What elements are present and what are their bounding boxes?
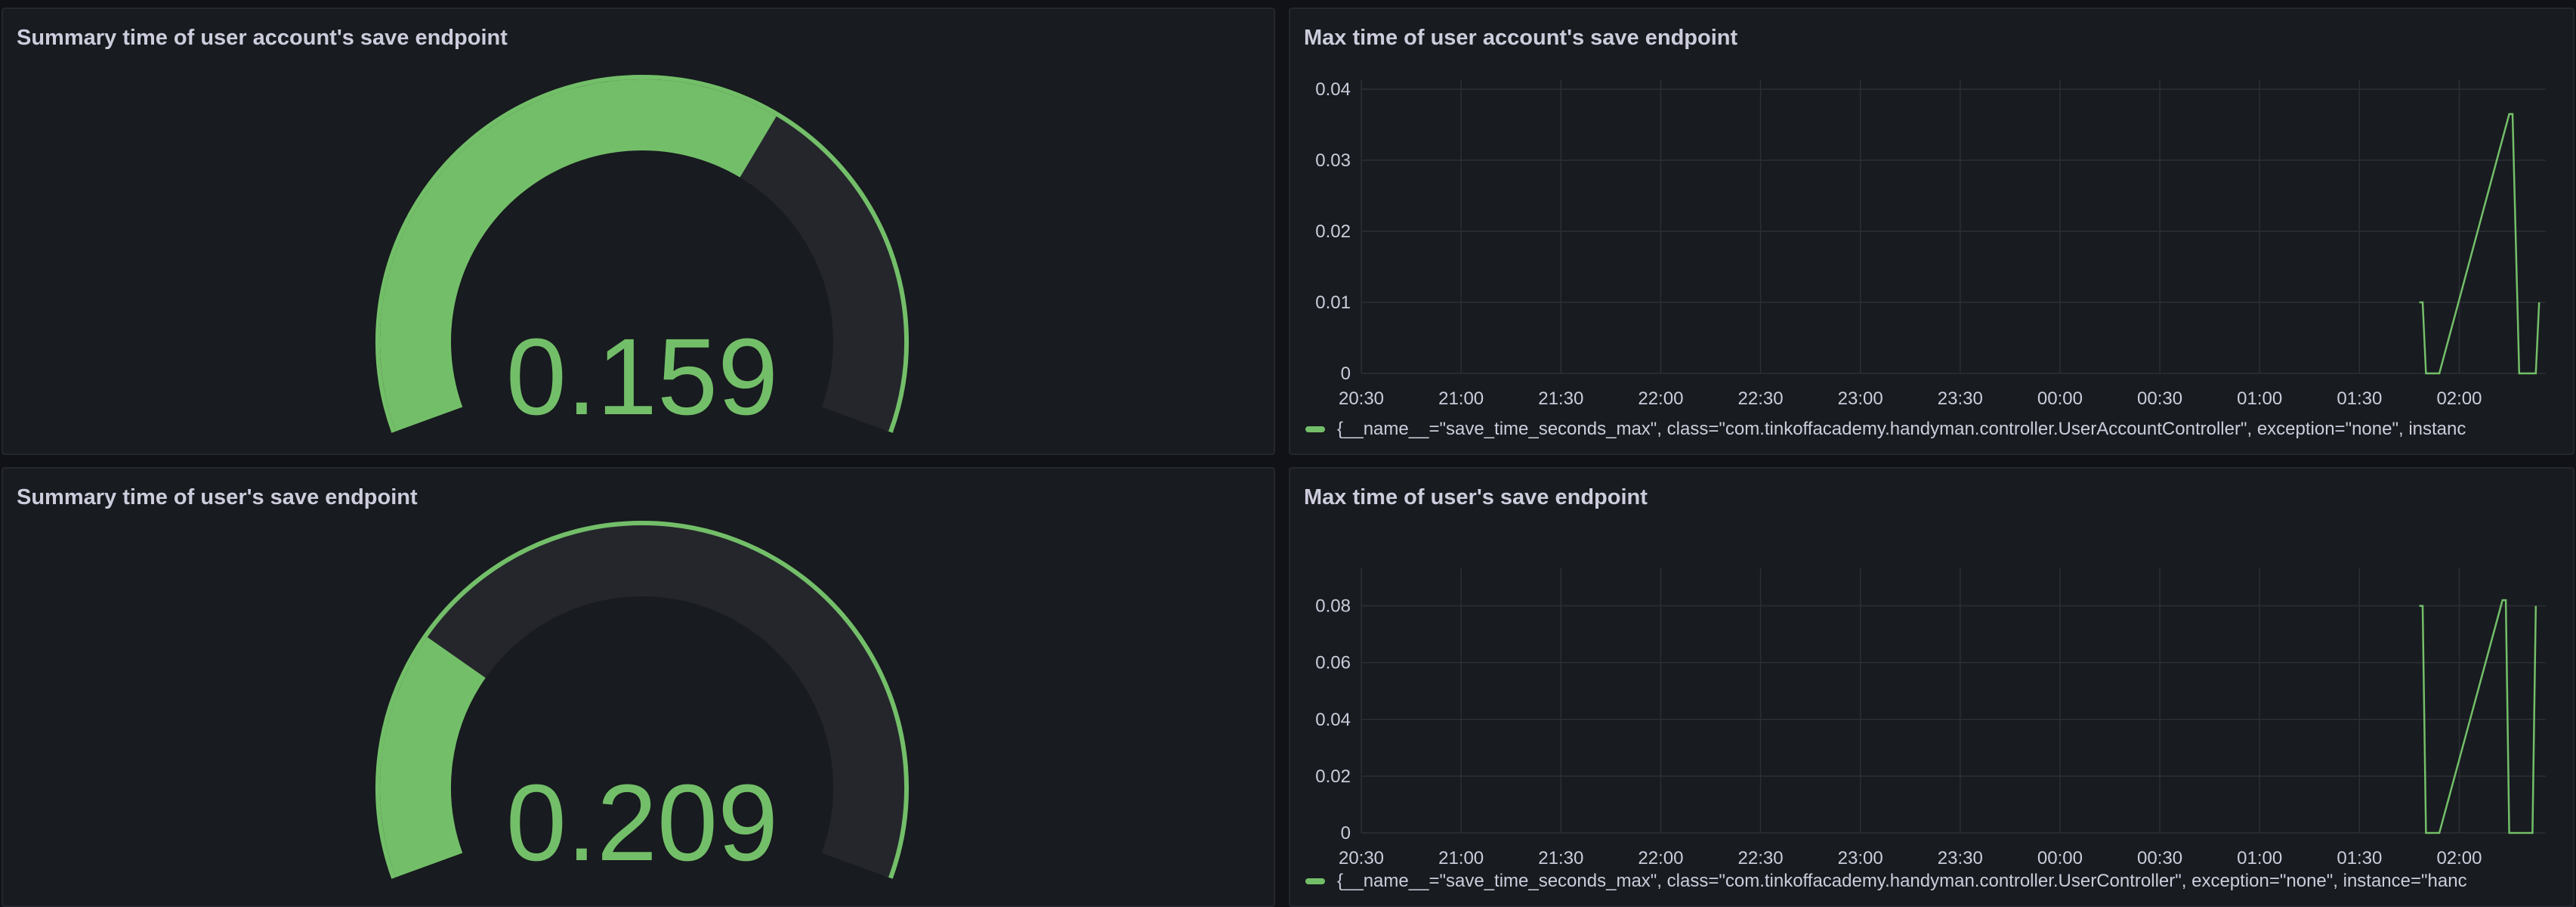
y-tick-label: 0.04	[1315, 710, 1351, 730]
x-tick-label: 21:00	[1438, 848, 1484, 868]
x-tick-label: 00:30	[2137, 388, 2182, 409]
y-tick-label: 0	[1341, 364, 1351, 384]
gauge-value: 0.159	[506, 316, 778, 438]
y-tick-label: 0.04	[1315, 79, 1351, 100]
x-tick-label: 00:30	[2137, 848, 2182, 868]
y-tick-label: 0	[1341, 823, 1351, 844]
gauge-panel-user[interactable]: Summary time of user's save endpoint 0.2…	[2, 467, 1275, 907]
y-tick-label: 0.03	[1315, 150, 1351, 171]
series-line[interactable]	[2419, 599, 2537, 834]
y-tick-label: 0.01	[1315, 293, 1351, 313]
legend[interactable]: {__name__="save_time_seconds_max", class…	[1305, 871, 2467, 892]
x-tick-label: 01:30	[2337, 388, 2382, 409]
y-tick-label: 0.06	[1315, 653, 1351, 673]
series-line[interactable]	[2419, 113, 2540, 375]
x-tick-label: 01:00	[2237, 388, 2282, 409]
x-tick-label: 23:00	[1838, 388, 1883, 409]
line-chart: 0 0.01 0.02 0.03 0.04 20:30 21:00 21:30 22:00 22:…	[1315, 79, 2546, 409]
y-tick-label: 0.02	[1315, 221, 1351, 242]
legend-swatch	[1305, 878, 1325, 884]
x-tick-label: 02:00	[2436, 848, 2482, 868]
gauge-panel-user-account[interactable]: Summary time of user account's save endp…	[2, 8, 1275, 455]
y-tick-label: 0.08	[1315, 596, 1351, 617]
x-tick-label: 21:30	[1538, 848, 1583, 868]
gauge: 0.209	[375, 520, 909, 884]
legend-label[interactable]: {__name__="save_time_seconds_max", class…	[1337, 871, 2467, 892]
x-tick-label: 20:30	[1339, 848, 1384, 868]
x-tick-label: 23:30	[1938, 388, 1983, 409]
x-tick-label: 22:30	[1738, 848, 1784, 868]
x-tick-label: 22:30	[1738, 388, 1784, 409]
gauge-value-arc	[380, 636, 486, 878]
x-tick-label: 23:00	[1838, 848, 1883, 868]
gauge-value: 0.209	[506, 762, 778, 884]
x-tick-label: 20:30	[1339, 388, 1384, 409]
x-tick-label: 21:00	[1438, 388, 1484, 409]
line-chart: 0 0.02 0.04 0.06 0.08 20:30 21:00 21:30 22:00 22:…	[1315, 568, 2546, 868]
x-tick-label: 02:00	[2436, 388, 2482, 409]
x-tick-label: 23:30	[1938, 848, 1983, 868]
timeseries-panel-user[interactable]: Max time of user's save endpoint 0 0.02 0.…	[1289, 467, 2574, 907]
legend-swatch	[1305, 426, 1325, 432]
x-tick-label: 00:00	[2037, 388, 2083, 409]
y-tick-label: 0.02	[1315, 766, 1351, 787]
legend-label[interactable]: {__name__="save_time_seconds_max", class…	[1337, 419, 2466, 440]
x-tick-label: 21:30	[1538, 388, 1583, 409]
timeseries-panel-user-account[interactable]: Max time of user account's save endpoint…	[1289, 8, 2574, 455]
x-tick-label: 22:00	[1638, 848, 1683, 868]
x-tick-label: 22:00	[1638, 388, 1683, 409]
x-tick-label: 00:00	[2037, 848, 2083, 868]
x-tick-label: 01:30	[2337, 848, 2382, 868]
legend[interactable]: {__name__="save_time_seconds_max", class…	[1305, 419, 2466, 440]
x-tick-label: 01:00	[2237, 848, 2282, 868]
gauge: 0.159	[375, 74, 909, 438]
